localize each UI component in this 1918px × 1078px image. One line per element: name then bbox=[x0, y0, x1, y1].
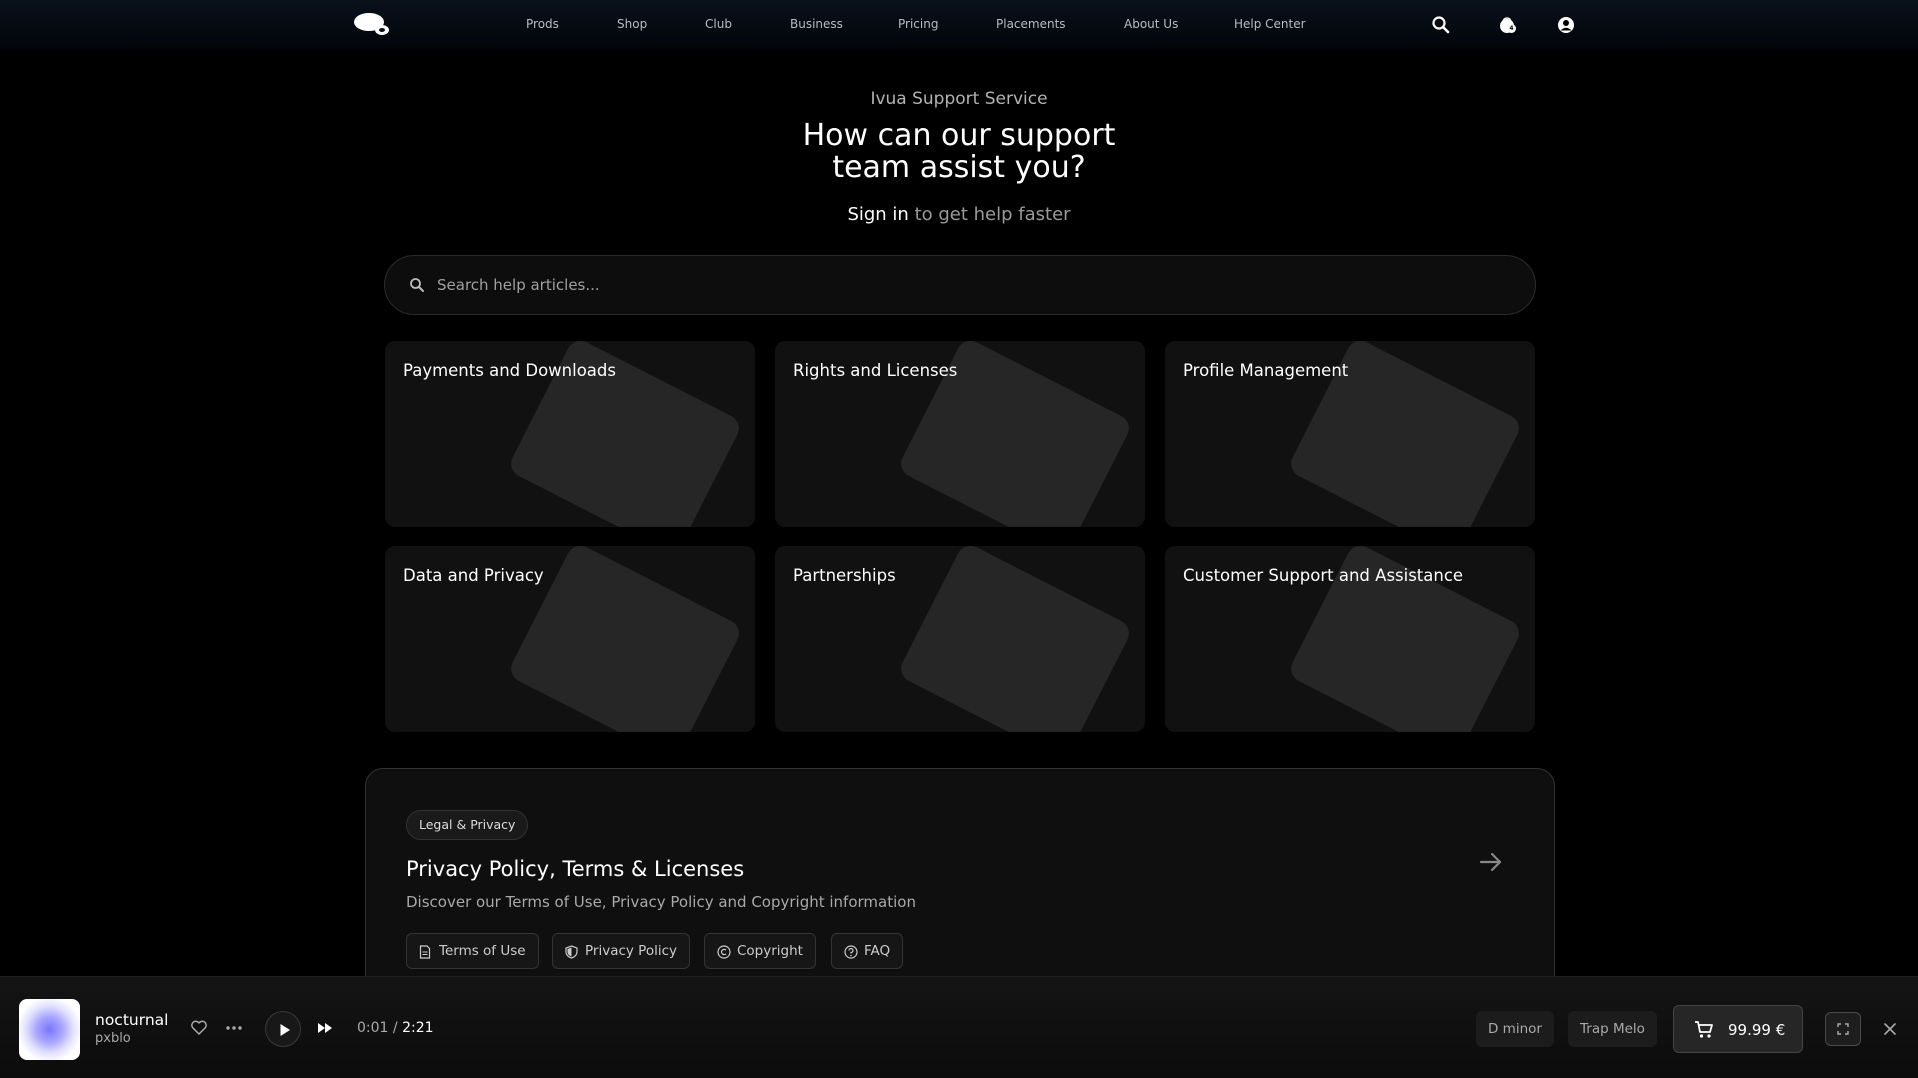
nav-link-club[interactable]: Club bbox=[705, 17, 732, 31]
category-card-profile[interactable]: Profile Management bbox=[1165, 341, 1535, 527]
legal-tag-badge: Legal & Privacy bbox=[406, 810, 529, 840]
category-label: Rights and Licenses bbox=[793, 361, 958, 380]
cart-count-badge: 4 bbox=[1507, 24, 1516, 33]
privacy-policy-link[interactable]: Privacy Policy bbox=[552, 933, 691, 969]
search-icon bbox=[410, 278, 424, 292]
signin-link[interactable]: Sign in bbox=[847, 204, 908, 225]
play-button[interactable] bbox=[265, 1011, 301, 1047]
nav-link-shop[interactable]: Shop bbox=[617, 17, 647, 31]
signin-prompt-text: to get help faster bbox=[908, 204, 1071, 225]
help-search-bar[interactable] bbox=[384, 255, 1536, 315]
logo-icon[interactable] bbox=[352, 10, 392, 40]
category-label: Partnerships bbox=[793, 566, 896, 585]
signin-prompt: Sign in to get help faster bbox=[0, 204, 1918, 225]
copyright-link[interactable]: Copyright bbox=[704, 933, 816, 969]
chip-label: Privacy Policy bbox=[585, 943, 678, 959]
support-service-label: Ivua Support Service bbox=[870, 89, 1048, 109]
category-label: Data and Privacy bbox=[403, 566, 544, 585]
category-card-customer-support[interactable]: Customer Support and Assistance bbox=[1165, 546, 1535, 732]
expand-icon bbox=[1837, 1023, 1849, 1035]
genre-tag[interactable]: Trap Melo bbox=[1568, 1011, 1657, 1047]
search-icon[interactable] bbox=[1430, 14, 1452, 36]
shield-icon bbox=[565, 945, 578, 959]
help-circle-icon bbox=[844, 945, 858, 959]
top-navbar: Prods Shop Club Business Pricing Placeme… bbox=[0, 0, 1918, 52]
cart-icon bbox=[1695, 1021, 1713, 1038]
track-title[interactable]: nocturnal bbox=[95, 1011, 168, 1029]
nav-link-pricing[interactable]: Pricing bbox=[898, 17, 938, 31]
user-icon[interactable] bbox=[1555, 14, 1577, 36]
expand-player-button[interactable] bbox=[1825, 1012, 1861, 1046]
chip-label: Terms of Use bbox=[439, 943, 526, 959]
time-separator: / bbox=[388, 1020, 403, 1036]
page-title-line1: How can our support bbox=[802, 118, 1116, 153]
nav-link-about-us[interactable]: About Us bbox=[1124, 17, 1178, 31]
category-card-partnerships[interactable]: Partnerships bbox=[775, 546, 1145, 732]
document-icon bbox=[419, 945, 431, 959]
chip-label: FAQ bbox=[864, 943, 891, 959]
faq-link[interactable]: FAQ bbox=[831, 933, 904, 969]
category-card-payments[interactable]: Payments and Downloads bbox=[385, 341, 755, 527]
skip-forward-icon[interactable] bbox=[316, 1021, 334, 1035]
nav-link-business[interactable]: Business bbox=[790, 17, 843, 31]
playback-time: 0:01 / 2:21 bbox=[357, 1020, 434, 1036]
search-input[interactable] bbox=[437, 256, 1517, 314]
more-options-icon[interactable] bbox=[224, 1021, 244, 1035]
price-label: 99.99 € bbox=[1728, 1021, 1786, 1039]
category-label: Profile Management bbox=[1183, 361, 1349, 380]
category-card-data-privacy[interactable]: Data and Privacy bbox=[385, 546, 755, 732]
category-label: Payments and Downloads bbox=[403, 361, 616, 380]
card-decoration bbox=[896, 546, 1134, 732]
total-time: 2:21 bbox=[402, 1020, 434, 1036]
category-label: Customer Support and Assistance bbox=[1183, 566, 1464, 585]
nav-link-placements[interactable]: Placements bbox=[996, 17, 1066, 31]
track-cover-art[interactable] bbox=[19, 999, 80, 1060]
legal-panel[interactable]: Legal & Privacy Privacy Policy, Terms & … bbox=[365, 768, 1555, 1008]
arrow-right-icon[interactable] bbox=[1478, 849, 1504, 875]
play-icon bbox=[280, 1024, 290, 1036]
legal-title: Privacy Policy, Terms & Licenses bbox=[406, 857, 745, 881]
add-to-cart-button[interactable]: 99.99 € bbox=[1673, 1005, 1803, 1053]
page-title: How can our support team assist you? bbox=[0, 120, 1918, 184]
heart-icon[interactable] bbox=[190, 1020, 208, 1036]
terms-of-use-link[interactable]: Terms of Use bbox=[406, 933, 539, 969]
current-time: 0:01 bbox=[357, 1020, 389, 1036]
cart-button[interactable]: 4 bbox=[1496, 14, 1518, 36]
page-title-line2: team assist you? bbox=[832, 150, 1086, 185]
chip-label: Copyright bbox=[737, 943, 803, 959]
category-card-rights[interactable]: Rights and Licenses bbox=[775, 341, 1145, 527]
key-tag[interactable]: D minor bbox=[1476, 1011, 1554, 1047]
audio-player-bar: nocturnal pxblo 0:01 / 2:21 D minor Trap… bbox=[0, 976, 1918, 1078]
nav-link-help-center[interactable]: Help Center bbox=[1234, 17, 1306, 31]
nav-link-prods[interactable]: Prods bbox=[526, 17, 559, 31]
track-artist[interactable]: pxblo bbox=[95, 1031, 131, 1046]
close-icon[interactable] bbox=[1882, 1021, 1898, 1037]
legal-description: Discover our Terms of Use, Privacy Polic… bbox=[406, 893, 916, 911]
copyright-icon bbox=[717, 945, 731, 959]
